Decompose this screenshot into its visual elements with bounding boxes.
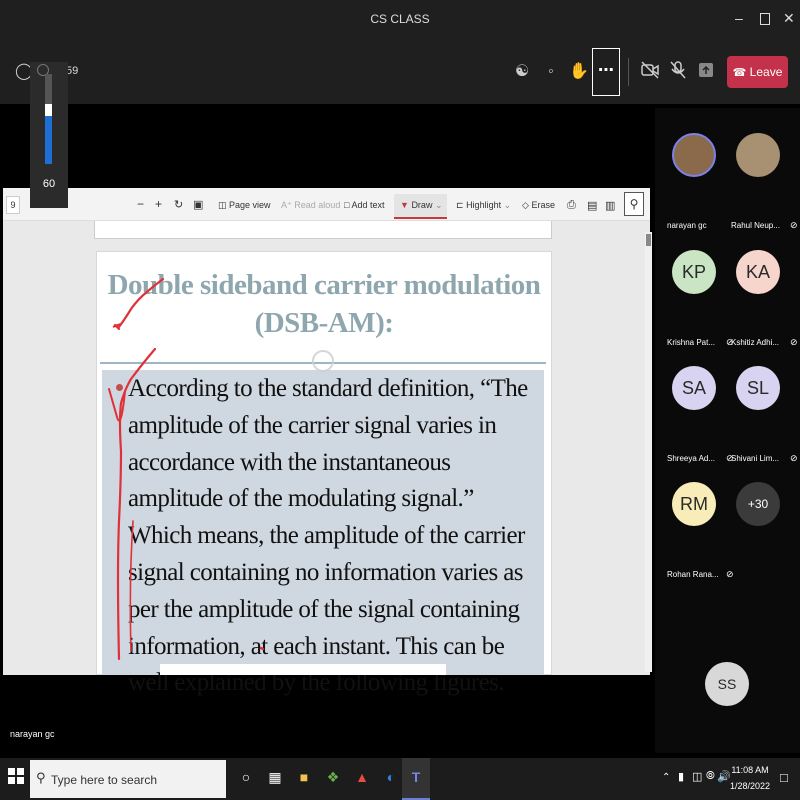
edge-icon[interactable]: ◐ <box>380 766 402 788</box>
clock-date: 1/28/2022 <box>729 781 771 791</box>
scrollbar[interactable] <box>645 232 652 672</box>
participant-avatar[interactable]: +30 <box>736 482 780 526</box>
mic-icon[interactable]: ▮ <box>678 770 684 783</box>
scrollbar-thumb[interactable] <box>646 234 651 246</box>
volume-handle[interactable] <box>45 104 52 116</box>
zoom-out-icon[interactable]: − <box>137 197 144 211</box>
participant-avatar[interactable]: SL <box>736 366 780 410</box>
minimize-icon[interactable]: – <box>735 10 743 26</box>
erase-button[interactable]: ◇ Erase <box>522 200 555 211</box>
participant-name: Shivani Lim... <box>731 454 780 463</box>
participants-panel <box>655 108 800 753</box>
fit-page-icon[interactable]: ▣ <box>193 198 203 211</box>
leave-label: Leave <box>749 65 783 79</box>
add-text-button[interactable]: □ Add text <box>344 200 384 210</box>
more-actions-button[interactable]: ⋯ <box>592 48 620 96</box>
mic-off-icon: ⊘ <box>790 337 798 347</box>
mic-off-icon: ⊘ <box>790 453 798 463</box>
participant-name: Kshitiz Adhi... <box>731 338 780 347</box>
page-view-label: Page view <box>229 200 271 210</box>
file-explorer-icon[interactable]: ■ <box>293 766 315 788</box>
bullet-icon <box>116 384 123 391</box>
phone-icon: ☎ <box>732 67 747 79</box>
volume-value: 60 <box>42 178 56 190</box>
chat-icon[interactable]: ◦ <box>539 60 563 84</box>
highlight-label: Highlight <box>466 200 502 210</box>
read-aloud-label: Read aloud <box>294 200 341 210</box>
page-view-icon: ◫ <box>218 200 227 210</box>
draw-button[interactable]: ▼ Draw ⌄ <box>400 200 443 211</box>
chevron-up-icon[interactable]: ⌃ <box>662 772 670 783</box>
participant-avatar[interactable] <box>736 133 780 177</box>
eraser-icon: ◇ <box>522 200 529 210</box>
toolbar-divider <box>628 58 629 86</box>
mic-off-icon: ⊘ <box>726 569 734 579</box>
window-title: CS CLASS <box>370 12 430 26</box>
people-icon[interactable]: ☯ <box>510 60 534 84</box>
mic-off-icon: ⊘ <box>790 220 798 230</box>
leave-button[interactable]: ☎ Leave <box>727 56 788 88</box>
participant-avatar[interactable] <box>672 133 716 177</box>
close-icon[interactable]: ✕ <box>783 10 795 27</box>
page-view-button[interactable]: ◫ Page view <box>218 200 271 211</box>
erase-label: Erase <box>531 200 555 210</box>
participant-avatar[interactable]: KP <box>672 250 716 294</box>
app-icon[interactable]: ▲ <box>351 766 373 788</box>
task-view-icon[interactable]: ▦ <box>264 766 286 788</box>
participant-name: narayan gc <box>667 221 707 230</box>
save-icon[interactable]: ▤ <box>587 199 597 212</box>
participant-avatar[interactable]: KA <box>736 250 780 294</box>
reactions-icon[interactable]: ✋ <box>567 60 591 84</box>
slide-divider <box>100 362 546 364</box>
search-icon: ⚲ <box>36 770 46 785</box>
self-view-avatar[interactable]: SS <box>705 662 749 706</box>
read-aloud-button[interactable]: A⁺ Read aloud <box>281 200 340 211</box>
cortana-icon[interactable]: ○ <box>235 766 257 788</box>
taskbar-search[interactable]: ⚲ Type here to search <box>30 760 226 798</box>
add-text-icon: □ <box>344 200 350 210</box>
save-as-icon[interactable]: ▥ <box>605 199 615 212</box>
clock[interactable]: 11:08 AM 1/28/2022 <box>728 762 772 794</box>
pin-icon[interactable]: ⚲ <box>624 192 644 216</box>
mic-off-icon[interactable] <box>666 60 690 84</box>
read-aloud-icon: A⁺ <box>281 200 292 210</box>
figure-placeholder <box>160 664 446 675</box>
highlighter-icon: ⊏ <box>456 200 464 210</box>
search-placeholder: Type here to search <box>51 773 158 787</box>
windows-icon[interactable] <box>5 768 27 790</box>
rotate-icon[interactable]: ↻ <box>174 198 183 211</box>
slide-body-text: According to the standard definition, “T… <box>128 375 528 697</box>
participant-name: Rohan Rana... <box>667 570 719 579</box>
participant-name: Shreeya Ad... <box>667 454 716 463</box>
participant-name: Krishna Pat... <box>667 338 716 347</box>
notifications-icon[interactable]: □ <box>780 770 788 785</box>
participant-avatar[interactable]: SA <box>672 366 716 410</box>
teams-icon[interactable]: T <box>405 766 427 788</box>
camera-off-icon[interactable] <box>638 60 662 84</box>
zoom-in-icon[interactable]: + <box>155 197 162 211</box>
participant-avatar[interactable]: RM <box>672 482 716 526</box>
print-icon[interactable]: ⎙ <box>567 199 576 212</box>
draw-label: Draw <box>411 200 433 210</box>
volume-fill <box>45 110 52 164</box>
highlight-button[interactable]: ⊏ Highlight ⌄ <box>456 200 511 211</box>
add-text-label: Add text <box>351 200 385 210</box>
previous-page <box>94 221 552 239</box>
chevron-down-icon: ⌄ <box>434 200 443 210</box>
pen-icon: ▼ <box>400 200 409 210</box>
clock-time: 11:08 AM <box>731 765 769 775</box>
maximize-icon[interactable] <box>760 13 770 25</box>
network-icon[interactable]: ◫ <box>692 770 702 783</box>
store-icon[interactable]: ❖ <box>322 766 344 788</box>
wifi-icon[interactable]: ⦾ <box>706 770 715 783</box>
participant-name: Rahul Neup... <box>731 221 780 230</box>
chevron-down-icon: ⌄ <box>503 200 512 210</box>
slide-title: Double sideband carrier modulation (DSB-… <box>107 269 541 339</box>
presenter-name: narayan gc <box>10 729 55 739</box>
page-number-input[interactable]: 9 <box>6 196 20 214</box>
share-icon[interactable] <box>694 60 718 84</box>
